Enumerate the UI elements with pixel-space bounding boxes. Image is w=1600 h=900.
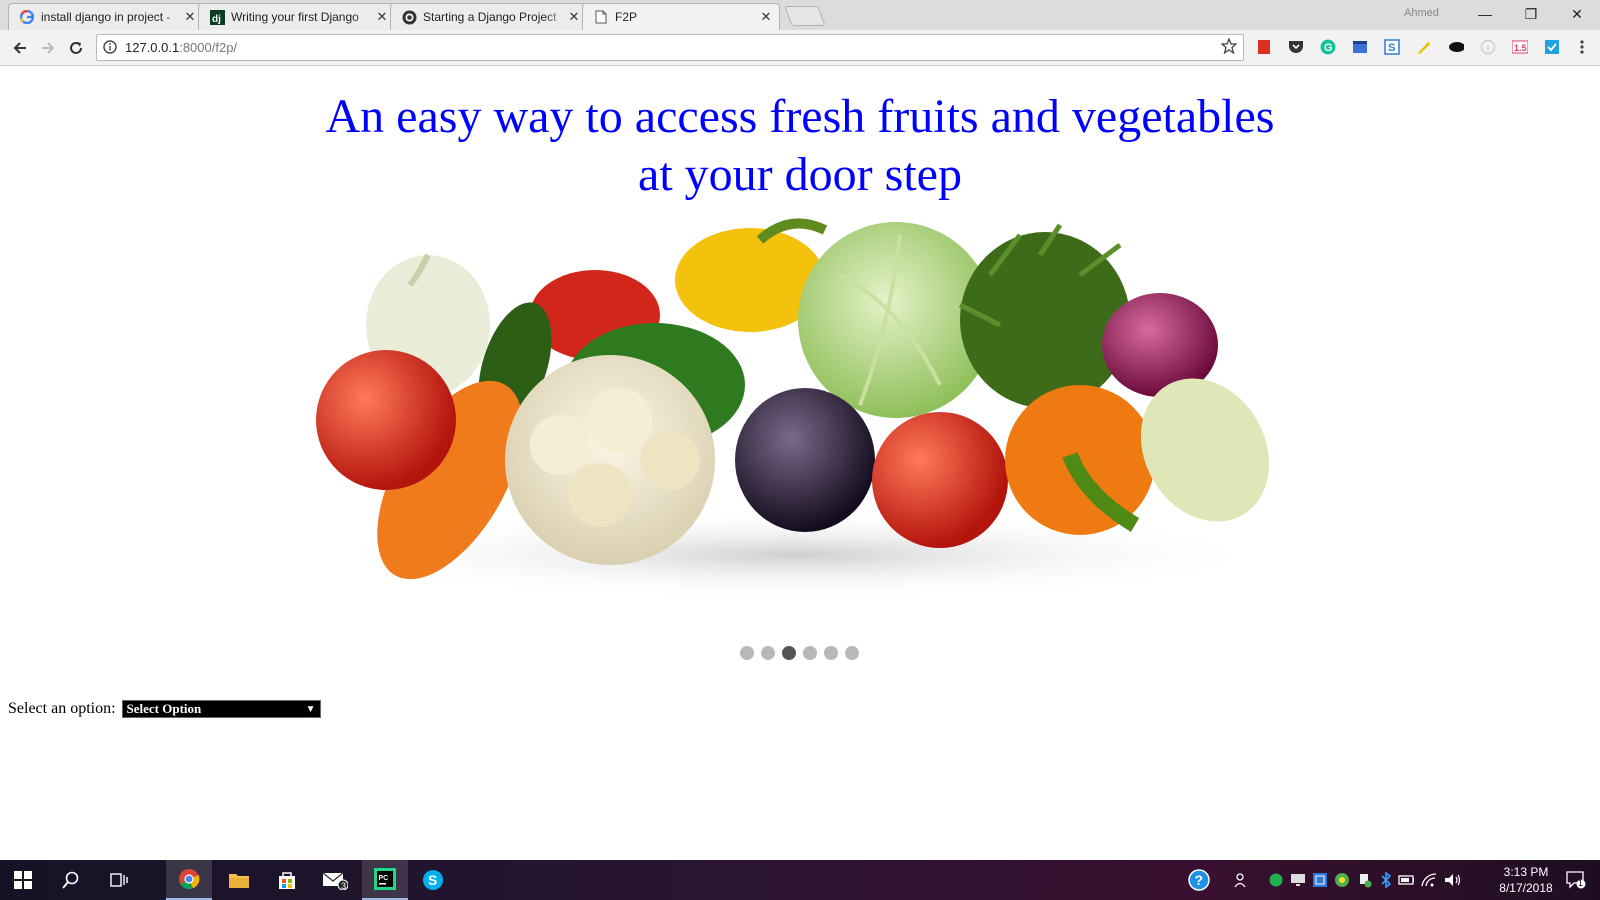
info-icon[interactable] xyxy=(103,40,117,59)
google-icon xyxy=(19,9,35,25)
browser-toolbar: 127.0.0.1:8000/f2p/ G S 1.5 xyxy=(0,30,1600,66)
tray-network-app-icon[interactable] xyxy=(1312,872,1328,888)
tab-google-search[interactable]: install django in project - ✕ xyxy=(8,3,204,30)
help-icon[interactable]: ? xyxy=(1188,869,1210,891)
extension-pen-icon[interactable] xyxy=(1416,39,1432,55)
tab-label: install django in project - xyxy=(41,10,171,24)
notification-count: 1 xyxy=(1578,878,1584,888)
search-icon[interactable] xyxy=(48,860,94,900)
svg-text:PC: PC xyxy=(379,875,389,882)
battery-icon[interactable] xyxy=(1398,872,1414,888)
option-select[interactable]: Select Option ▼ xyxy=(121,700,321,718)
select-label: Select an option: xyxy=(8,700,116,717)
tab-label: Writing your first Django xyxy=(231,10,359,24)
clock-date: 8/17/2018 xyxy=(1499,881,1553,895)
carousel-dot[interactable] xyxy=(740,646,754,660)
extension-info-icon[interactable] xyxy=(1480,39,1496,55)
django-icon: dj xyxy=(209,9,225,25)
tab-label: Starting a Django Project xyxy=(423,10,557,24)
carousel-dot[interactable] xyxy=(824,646,838,660)
extension-badge-icon[interactable]: 1.5 xyxy=(1512,39,1528,55)
file-explorer-icon[interactable] xyxy=(216,860,262,900)
headline-line-2: at your door step xyxy=(638,148,962,201)
chrome-menu-icon[interactable] xyxy=(1574,39,1590,55)
url-host: 127.0.0.1 xyxy=(125,40,180,55)
github-icon xyxy=(401,9,417,25)
tray-chrome-remote-icon[interactable] xyxy=(1334,872,1350,888)
grammarly-icon[interactable]: G xyxy=(1320,39,1336,55)
tab-f2p[interactable]: F2P ✕ xyxy=(582,3,780,30)
store-icon[interactable] xyxy=(264,860,310,900)
headline-line-1: An easy way to access fresh fruits and v… xyxy=(325,90,1275,143)
page-headline: An easy way to access fresh fruits and v… xyxy=(300,88,1300,204)
dropdown-arrow-icon: ▼ xyxy=(305,703,316,715)
clock-time: 3:13 PM xyxy=(1503,865,1549,879)
volume-icon[interactable] xyxy=(1444,872,1460,888)
extension-window-icon[interactable] xyxy=(1352,39,1368,55)
url-path: :8000/f2p/ xyxy=(179,40,238,55)
close-tab-icon[interactable]: ✕ xyxy=(759,9,773,25)
carousel-dot[interactable] xyxy=(845,646,859,660)
url-text: 127.0.0.1:8000/f2p/ xyxy=(125,40,237,55)
close-icon[interactable]: ✕ xyxy=(1554,2,1600,28)
extension-check-icon[interactable] xyxy=(1544,39,1560,55)
system-clock[interactable]: 3:13 PM 8/17/2018 xyxy=(1488,864,1564,896)
close-tab-icon[interactable]: ✕ xyxy=(375,9,389,25)
reload-icon[interactable] xyxy=(64,36,88,60)
select-value: Select Option xyxy=(126,701,202,716)
tab-github-project[interactable]: Starting a Django Project ✕ xyxy=(390,3,588,30)
pycharm-icon[interactable]: PC xyxy=(362,860,408,900)
svg-text:?: ? xyxy=(1195,872,1204,888)
new-tab-button[interactable] xyxy=(784,6,826,26)
minimize-icon[interactable]: — xyxy=(1462,2,1508,28)
tray-monitor-icon[interactable] xyxy=(1290,872,1306,888)
pocket-icon[interactable] xyxy=(1288,39,1304,55)
svg-text:dj: dj xyxy=(212,14,221,25)
mail-badge: 3 xyxy=(341,881,347,891)
vegetables-carousel-image xyxy=(300,215,1290,615)
task-view-icon[interactable] xyxy=(96,860,142,900)
tab-label: F2P xyxy=(615,10,638,24)
windows-taskbar: 3 PC S ? 3:13 PM 8/17/2018 1 xyxy=(0,860,1600,900)
tray-green-app-icon[interactable] xyxy=(1268,872,1284,888)
start-icon[interactable] xyxy=(0,860,46,900)
page-icon xyxy=(593,9,609,25)
restore-icon[interactable]: ❐ xyxy=(1508,2,1554,28)
bluetooth-icon[interactable] xyxy=(1378,872,1394,888)
tab-django-tutorial[interactable]: dj Writing your first Django ✕ xyxy=(198,3,396,30)
chrome-icon[interactable] xyxy=(166,860,212,900)
wifi-icon[interactable] xyxy=(1420,872,1436,888)
close-tab-icon[interactable]: ✕ xyxy=(567,9,581,25)
svg-text:1.5: 1.5 xyxy=(1514,43,1527,53)
option-form: Select an option: Select Option ▼ xyxy=(8,700,321,718)
close-tab-icon[interactable]: ✕ xyxy=(183,9,197,25)
carousel-dot[interactable] xyxy=(803,646,817,660)
mail-icon[interactable]: 3 xyxy=(312,860,358,900)
skype-icon[interactable]: S xyxy=(410,860,456,900)
forward-icon[interactable] xyxy=(36,36,60,60)
extension-s-icon[interactable]: S xyxy=(1384,39,1400,55)
people-icon[interactable] xyxy=(1234,872,1250,888)
carousel-dot-active[interactable] xyxy=(782,646,796,660)
extension-ghost-icon[interactable] xyxy=(1448,39,1464,55)
carousel-indicators xyxy=(740,646,859,660)
svg-text:G: G xyxy=(1324,42,1333,54)
extension-red-book-icon[interactable] xyxy=(1256,39,1272,55)
tray-safely-remove-icon[interactable] xyxy=(1356,872,1372,888)
carousel-dot[interactable] xyxy=(761,646,775,660)
back-icon[interactable] xyxy=(8,36,32,60)
svg-text:S: S xyxy=(428,872,437,888)
tab-strip: install django in project - ✕ dj Writing… xyxy=(0,0,1600,30)
address-bar[interactable]: 127.0.0.1:8000/f2p/ xyxy=(96,34,1244,61)
svg-text:S: S xyxy=(1388,42,1395,54)
bookmark-star-icon[interactable] xyxy=(1220,37,1238,59)
notification-center-icon[interactable]: 1 xyxy=(1566,871,1586,889)
profile-name[interactable]: Ahmed xyxy=(1404,7,1439,19)
